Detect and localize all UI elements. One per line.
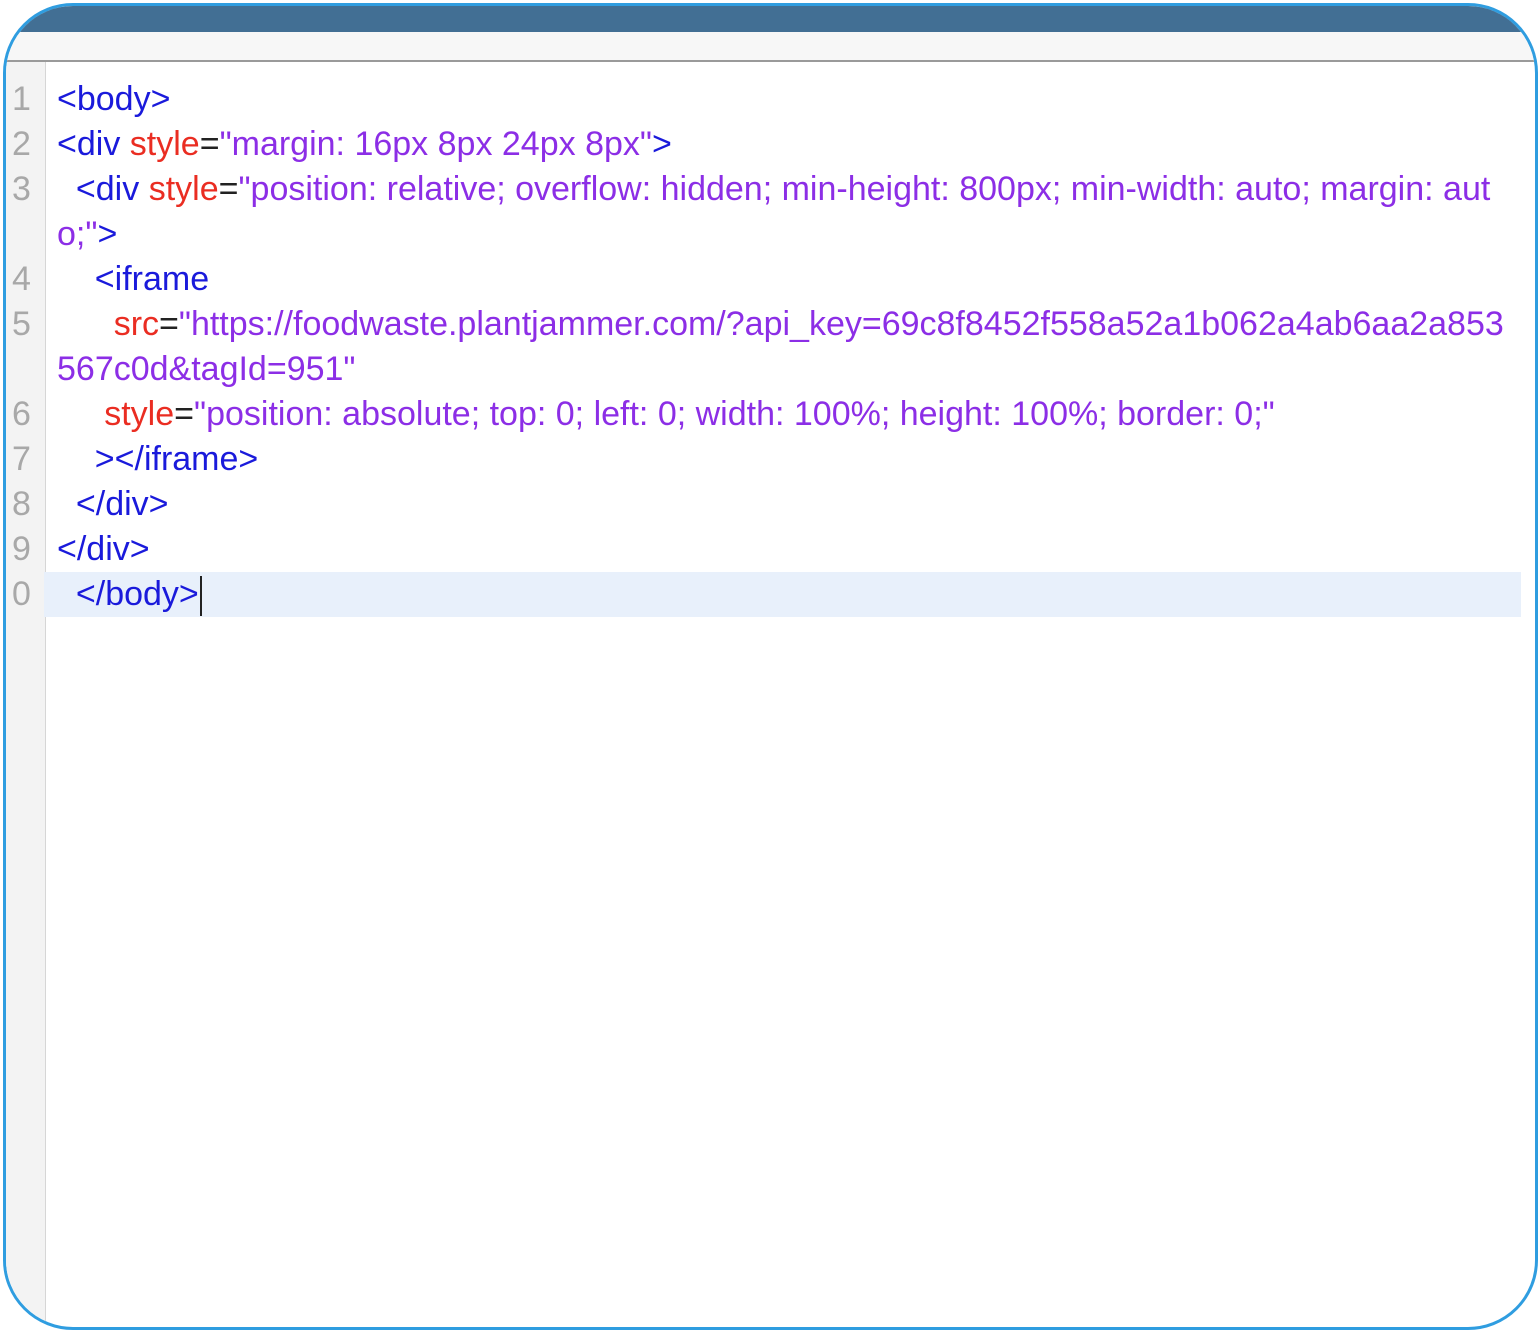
- value-token: "margin: 16px 8px 24px 8px": [219, 125, 652, 163]
- code-text[interactable]: <div style="margin: 16px 8px 24px 8px">: [44, 122, 1521, 167]
- value-token: "position: absolute; top: 0; left: 0; wi…: [194, 395, 1275, 433]
- toolbar: [6, 32, 1535, 62]
- code-text[interactable]: <body>: [44, 77, 1521, 122]
- equals-token: =: [174, 395, 195, 433]
- tag-token: </body>: [75, 575, 199, 613]
- tag-token: <iframe: [94, 260, 210, 298]
- attribute-token: src: [113, 305, 160, 343]
- tag-token: <div: [57, 125, 121, 163]
- tag-token: >: [651, 125, 672, 163]
- code-line[interactable]: 7 ></iframe>: [6, 437, 1535, 482]
- tag-token: ></iframe>: [94, 440, 259, 478]
- code-line[interactable]: 6 style="position: absolute; top: 0; lef…: [6, 392, 1535, 437]
- code-line[interactable]: 4 <iframe: [6, 257, 1535, 302]
- code-text[interactable]: src="https://foodwaste.plantjammer.com/?…: [44, 302, 1521, 392]
- line-number: 9: [12, 530, 31, 568]
- code-line[interactable]: 3 <div style="position: relative; overfl…: [6, 167, 1535, 257]
- code-text[interactable]: ></iframe>: [44, 437, 1521, 482]
- equals-token: =: [218, 170, 239, 208]
- tag-token: </div>: [57, 530, 150, 568]
- line-number: 2: [12, 125, 31, 163]
- code-text[interactable]: </body>: [44, 572, 1521, 617]
- line-number: 6: [12, 395, 31, 433]
- code-text[interactable]: <div style="position: relative; overflow…: [44, 167, 1521, 257]
- line-number: 3: [12, 170, 31, 208]
- code-editor-window: 1 <body> 2 <div style="margin: 16px 8px …: [3, 3, 1538, 1330]
- code-line[interactable]: 9 </div>: [6, 527, 1535, 572]
- value-token: "position: relative; overflow: hidden; m…: [57, 170, 1491, 253]
- tag-token: <body>: [57, 80, 171, 118]
- code-line[interactable]: 1 <body>: [6, 77, 1535, 122]
- code-text[interactable]: style="position: absolute; top: 0; left:…: [44, 392, 1521, 437]
- code-editor[interactable]: 1 <body> 2 <div style="margin: 16px 8px …: [6, 62, 1535, 1327]
- code-line[interactable]: 8 </div>: [6, 482, 1535, 527]
- code-line[interactable]: 5 src="https://foodwaste.plantjammer.com…: [6, 302, 1535, 392]
- line-number: 5: [12, 305, 31, 343]
- line-number: 7: [12, 440, 31, 478]
- tag-token: <div: [75, 170, 140, 208]
- equals-token: =: [159, 305, 179, 343]
- text-cursor: [199, 576, 202, 617]
- code-line[interactable]: 2 <div style="margin: 16px 8px 24px 8px"…: [6, 122, 1535, 167]
- value-token: "https://foodwaste.plantjammer.com/?api_…: [57, 305, 1504, 388]
- active-code-line[interactable]: 0 </body>: [6, 572, 1535, 617]
- line-number: 8: [12, 485, 31, 523]
- tag-token: >: [97, 215, 118, 253]
- attribute-token: style: [129, 125, 200, 163]
- code-text[interactable]: <iframe: [44, 257, 1521, 302]
- line-number: 0: [12, 575, 31, 613]
- code-text[interactable]: </div>: [44, 527, 1521, 572]
- attribute-token: style: [148, 170, 219, 208]
- line-number: 4: [12, 260, 31, 298]
- tag-token: </div>: [75, 485, 169, 523]
- code-text[interactable]: </div>: [44, 482, 1521, 527]
- title-bar: [6, 6, 1535, 32]
- line-number: 1: [12, 80, 31, 118]
- equals-token: =: [199, 125, 220, 163]
- attribute-token: style: [104, 395, 175, 433]
